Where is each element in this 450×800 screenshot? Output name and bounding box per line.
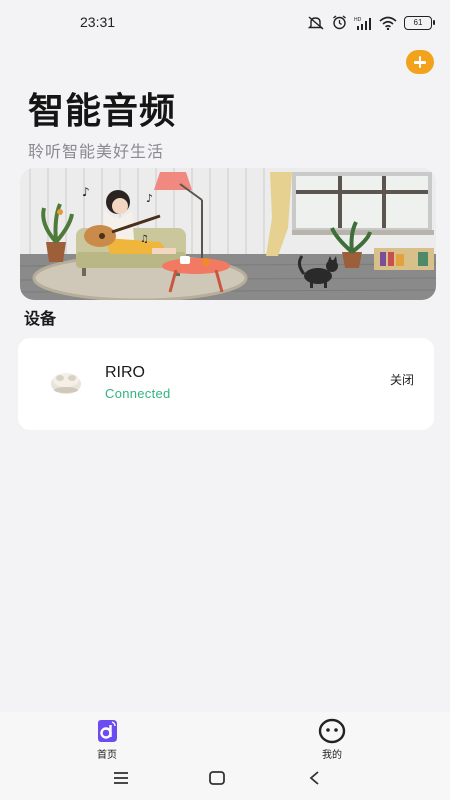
device-name: RIRO [105, 364, 145, 381]
devices-section-title: 设备 [24, 309, 57, 328]
back-icon[interactable] [306, 770, 324, 790]
add-device-button[interactable] [406, 50, 434, 74]
hd-signal-icon: HD [354, 16, 372, 30]
alarm-icon [332, 15, 347, 30]
banner-illustration[interactable]: ♪ ♪ ♫ [20, 168, 436, 300]
svg-text:♪: ♪ [82, 185, 90, 199]
tab-mine-label: 我的 [322, 750, 342, 761]
home-square-icon[interactable] [208, 770, 226, 790]
system-nav-bar [0, 764, 450, 800]
device-card[interactable]: RIRO Connected 关闭 [18, 338, 434, 430]
svg-text:♫: ♫ [140, 234, 149, 245]
earbuds-icon [48, 362, 84, 402]
tab-mine[interactable]: 我的 [302, 718, 362, 761]
menu-icon[interactable] [112, 770, 130, 790]
tab-home-label: 首页 [97, 750, 117, 761]
wifi-icon [379, 16, 397, 30]
status-time: 23:31 [80, 14, 116, 30]
svg-text:♪: ♪ [146, 192, 153, 205]
device-close-button[interactable]: 关闭 [390, 371, 414, 388]
battery-icon: 61 [404, 15, 435, 30]
status-icons: HD 61 [307, 15, 435, 30]
mute-icon [307, 15, 325, 30]
tab-home[interactable]: 首页 [77, 718, 137, 761]
smiley-icon [302, 718, 362, 744]
svg-text:HD: HD [354, 17, 362, 23]
home-tab-icon [77, 718, 137, 744]
page-title: 智能音频 [28, 91, 177, 132]
tab-bar: 首页 我的 [0, 712, 450, 764]
status-bar: 23:31 HD 61 [0, 0, 450, 40]
device-status: Connected [105, 386, 171, 401]
page-subtitle: 聆听智能美好生活 [28, 142, 165, 161]
